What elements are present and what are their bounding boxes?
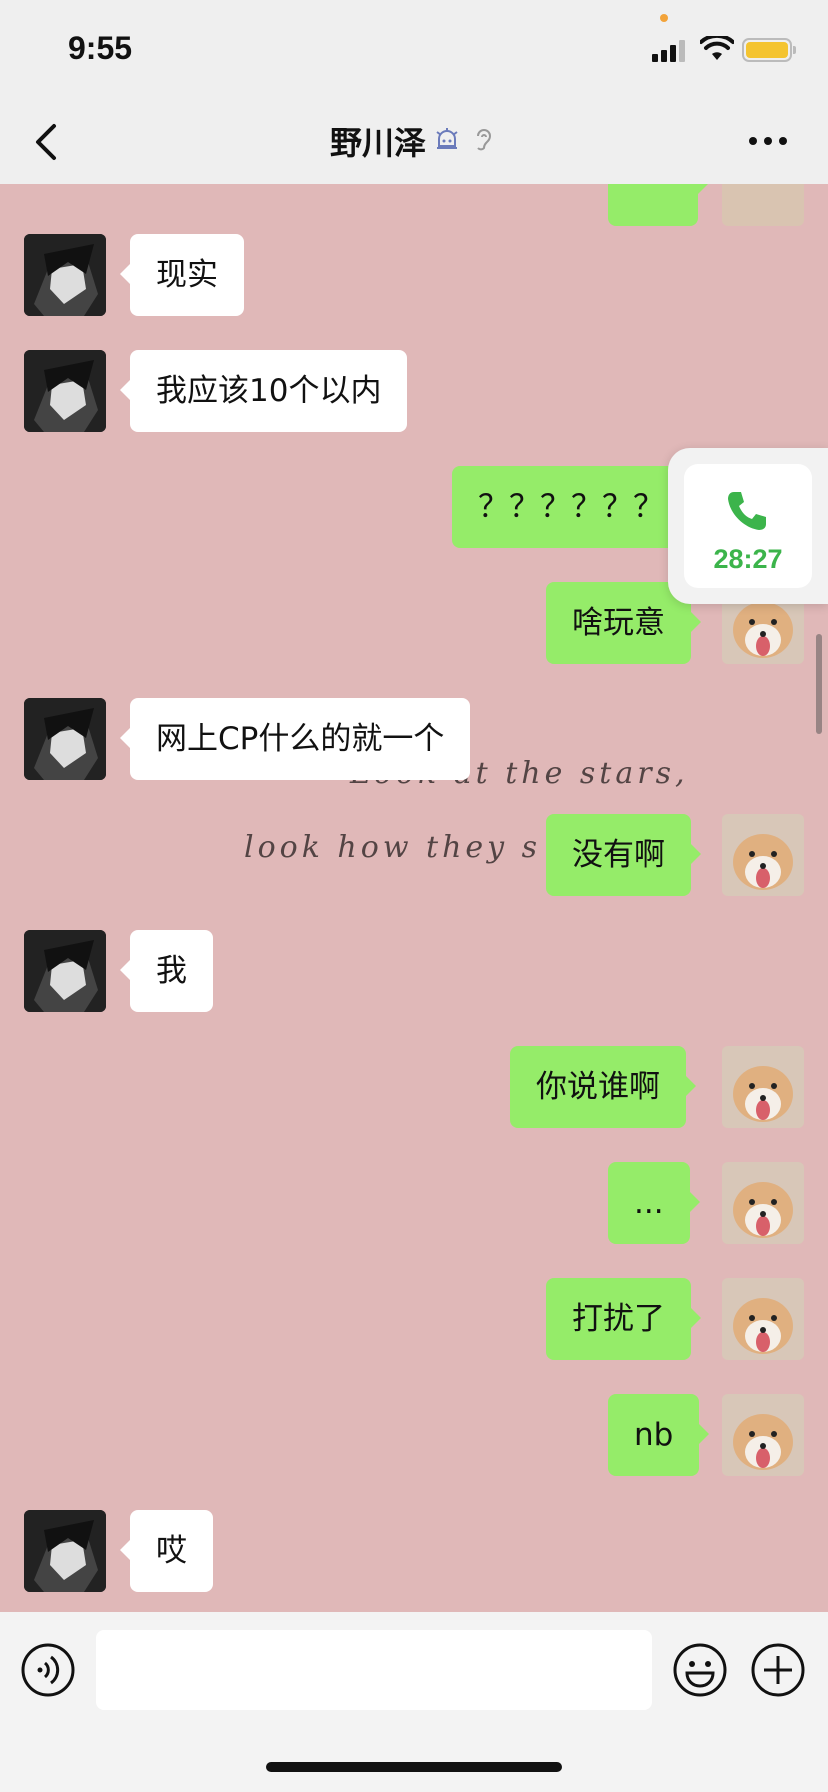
voice-input-icon[interactable] [20, 1642, 76, 1698]
received-message-bubble[interactable]: 哎 [120, 1510, 213, 1592]
anime-avatar-image [24, 234, 106, 316]
cellular-signal-icon [652, 40, 688, 62]
sent-message-bubble[interactable]: ？？？？？？ [452, 466, 708, 548]
contact-avatar[interactable] [24, 698, 106, 780]
my-avatar[interactable] [722, 184, 804, 226]
contact-avatar[interactable] [24, 1510, 106, 1592]
shiba-avatar-image [722, 1162, 804, 1244]
wallpaper-text-line: look how they s [244, 830, 542, 865]
contact-avatar[interactable] [24, 350, 106, 432]
sent-message-bubble[interactable]: ... [608, 1162, 700, 1244]
my-avatar[interactable] [722, 814, 804, 896]
anime-avatar-image [24, 1510, 106, 1592]
call-duration: 28:27 [713, 544, 783, 574]
sent-message-bubble[interactable]: nb [608, 1394, 710, 1476]
anime-avatar-image [24, 350, 106, 432]
floating-call-window[interactable]: 28:27 [668, 448, 828, 604]
anime-avatar-image [24, 698, 106, 780]
message-text-input[interactable] [96, 1630, 652, 1710]
received-message-bubble[interactable]: 现实 [120, 234, 244, 316]
home-indicator[interactable] [266, 1762, 562, 1772]
privacy-indicator-dot [660, 14, 668, 22]
chat-scrollbar[interactable] [816, 634, 822, 734]
shiba-avatar-image [722, 814, 804, 896]
my-avatar[interactable] [722, 1278, 804, 1360]
shiba-avatar-image [722, 1394, 804, 1476]
contact-avatar[interactable] [24, 930, 106, 1012]
phone-icon [728, 492, 766, 530]
more-options-icon[interactable] [748, 136, 788, 146]
my-avatar[interactable] [722, 1394, 804, 1476]
sent-message-bubble[interactable]: 啥玩意 [546, 582, 701, 664]
chat-area[interactable]: Look at the stars, look how they s 现实 我应… [0, 184, 828, 1612]
my-avatar[interactable] [722, 1162, 804, 1244]
wifi-icon [700, 36, 734, 60]
call-window-card: 28:27 [684, 464, 812, 588]
chat-title-area[interactable]: 野川泽 [0, 118, 828, 164]
received-message-bubble[interactable]: 我应该10个以内 [119, 350, 408, 432]
received-message-bubble[interactable]: 网上CP什么的就一个 [119, 698, 471, 780]
sent-message-bubble[interactable]: 没有啊 [546, 814, 701, 896]
battery-icon [742, 38, 796, 62]
earpiece-mode-icon [477, 129, 492, 151]
anime-avatar-image [24, 930, 106, 1012]
status-bar: 9:55 [0, 0, 828, 100]
plus-icon[interactable] [750, 1642, 806, 1698]
sent-message-bubble[interactable]: 打扰了 [546, 1278, 701, 1360]
shiba-avatar-image [722, 1046, 804, 1128]
notification-muted-icon [436, 128, 458, 149]
status-time: 9:55 [68, 30, 133, 66]
message-input-bar [0, 1612, 828, 1792]
shiba-avatar-image [722, 1278, 804, 1360]
contact-name: 野川泽 [329, 124, 426, 162]
contact-avatar[interactable] [24, 234, 106, 316]
partial-sent-bubble[interactable] [608, 184, 708, 226]
received-message-bubble[interactable]: 我 [120, 930, 213, 1012]
chat-header: 野川泽 [0, 100, 828, 184]
emoji-icon[interactable] [672, 1642, 728, 1698]
sent-message-bubble[interactable]: 你说谁啊 [510, 1046, 696, 1128]
my-avatar[interactable] [722, 1046, 804, 1128]
